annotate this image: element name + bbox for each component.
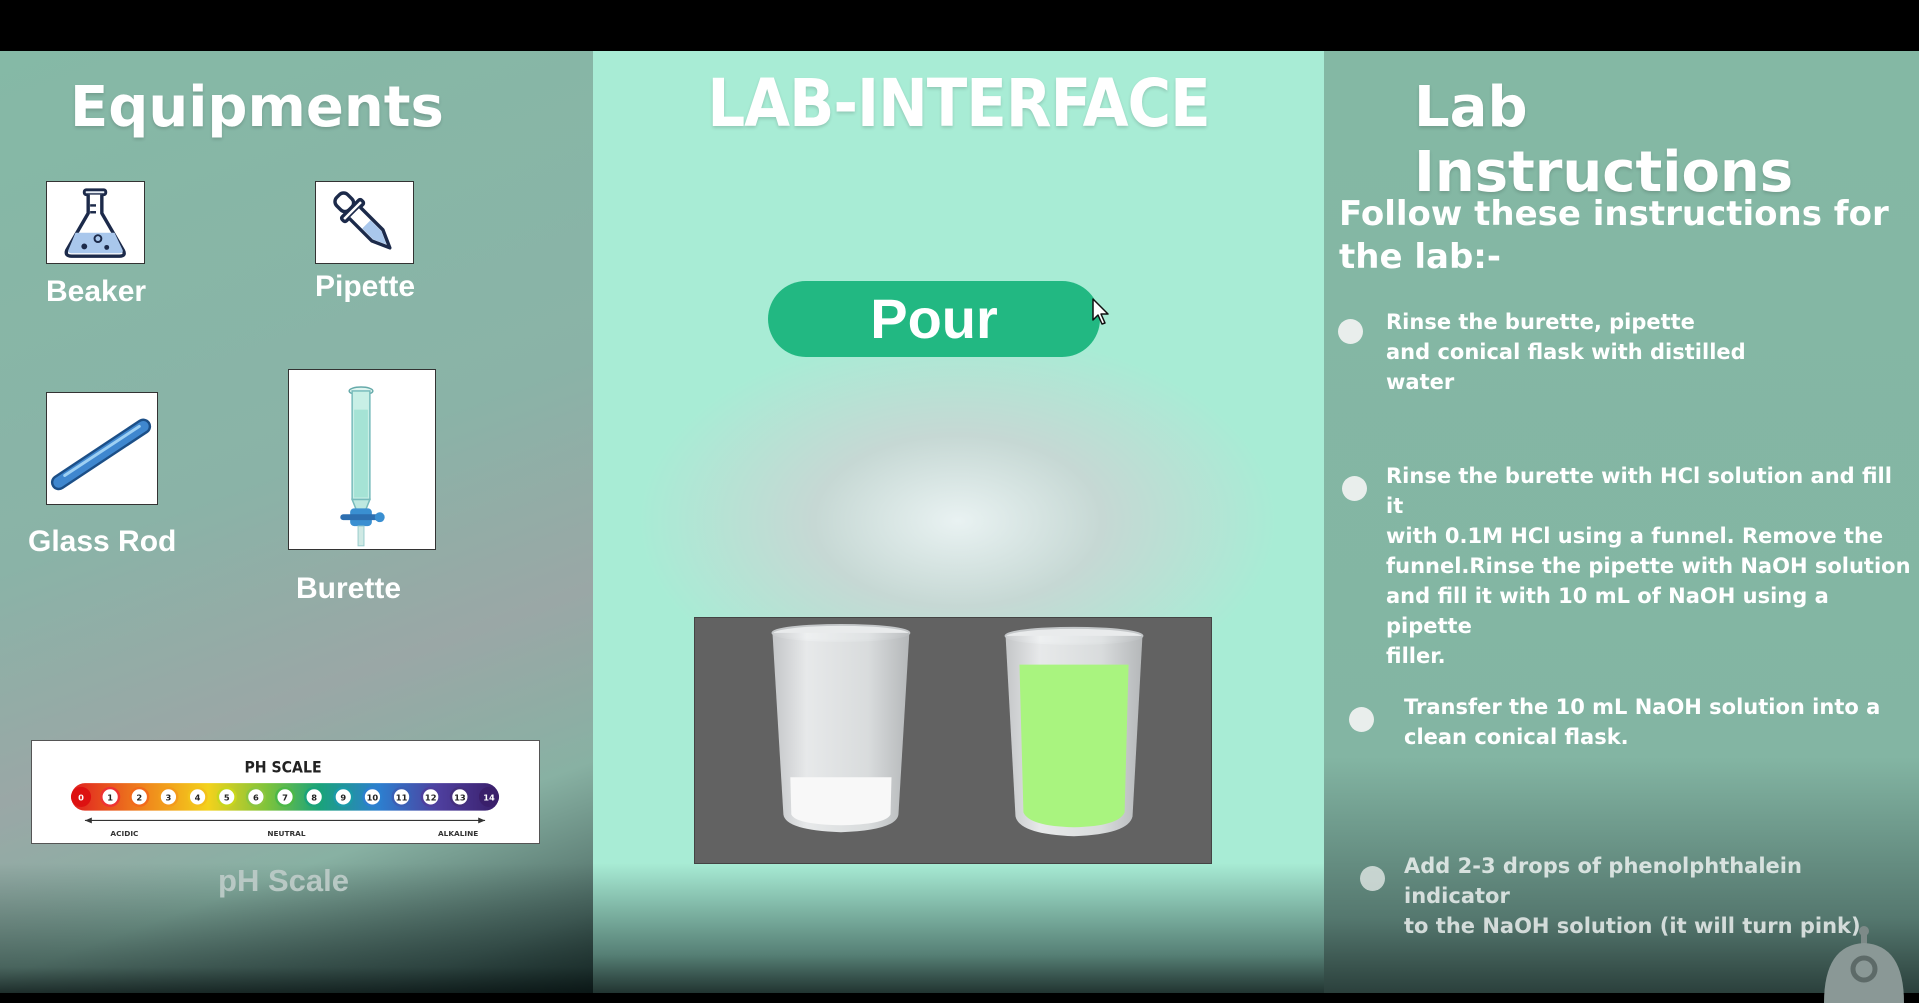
- step-2-radio[interactable]: [1342, 476, 1367, 501]
- beaker-label: Beaker: [46, 275, 147, 308]
- step-3-radio[interactable]: [1349, 707, 1374, 732]
- ph-acidic-label: ACIDIC: [110, 829, 138, 838]
- assistant-bot-icon[interactable]: [1818, 923, 1910, 1003]
- glass-rod-label: Glass Rod: [28, 525, 177, 558]
- glass-rod-tile[interactable]: [46, 392, 158, 505]
- pipette-tile[interactable]: [315, 181, 414, 264]
- pipette-label: Pipette: [315, 270, 416, 303]
- ph-number-14: 14: [483, 792, 495, 802]
- burette-label: Burette: [296, 572, 402, 605]
- ph-number-2: 2: [136, 792, 142, 802]
- ph-number-10: 10: [367, 792, 379, 802]
- ph-number-7: 7: [282, 792, 288, 802]
- glass-rod-icon: [50, 418, 152, 491]
- beaker-tile[interactable]: [46, 181, 145, 264]
- right-beaker-liquid: [1019, 664, 1129, 828]
- ph-number-8: 8: [311, 792, 317, 802]
- right-beaker[interactable]: [1004, 626, 1144, 837]
- instructions-panel: Lab Instructions Follow these instructio…: [1324, 51, 1919, 993]
- ph-alkaline-label: ALKALINE: [438, 829, 478, 838]
- instructions-subtitle: Follow these instructions for the lab:-: [1339, 194, 1889, 277]
- ph-scale-chart: PH SCALE 0 1 2 3 4 5 6 7 8 9 10 11 12 13 14 ACIDIC NEU…: [70, 757, 500, 838]
- ph-scale-image[interactable]: PH SCALE 0 1 2 3 4 5 6 7 8 9 10 11 12 13 14 ACIDIC NEU…: [31, 740, 540, 844]
- equipments-title: Equipments: [70, 75, 444, 140]
- equipments-panel: Equipments Beaker Pipette Glass Rod Bure…: [0, 51, 593, 993]
- step-1-text: Rinse the burette, pipette and conical f…: [1386, 310, 1746, 394]
- ph-number-11: 11: [396, 792, 408, 802]
- step-2-text: Rinse the burette with HCl solution and …: [1386, 464, 1911, 668]
- burette-tile[interactable]: [288, 369, 436, 550]
- step-4-radio[interactable]: [1360, 866, 1385, 891]
- lab-panel: LAB-INTERFACE Pour: [593, 51, 1324, 993]
- ph-number-3: 3: [166, 792, 172, 802]
- lab-title: LAB-INTERFACE: [707, 65, 1210, 142]
- instructions-title: Lab Instructions: [1414, 75, 1794, 205]
- ph-neutral-label: NEUTRAL: [267, 829, 305, 838]
- ph-number-4: 4: [195, 792, 201, 802]
- mouse-cursor-icon: [1092, 298, 1109, 325]
- left-beaker[interactable]: [771, 623, 911, 833]
- ph-number-9: 9: [340, 792, 346, 802]
- ph-number-6: 6: [253, 792, 259, 802]
- ph-scale-image-title: PH SCALE: [244, 757, 321, 776]
- burette-icon: [340, 386, 385, 547]
- beakers-scene: [771, 623, 1144, 837]
- ph-number-12: 12: [425, 792, 437, 802]
- ph-number-5: 5: [224, 792, 230, 802]
- ph-number-0: 0: [78, 792, 84, 802]
- beaker-stage: [694, 617, 1212, 864]
- pour-button[interactable]: Pour: [768, 281, 1100, 357]
- step-3-text: Transfer the 10 mL NaOH solution into a …: [1404, 695, 1881, 749]
- beaker-icon: [64, 188, 126, 258]
- ph-number-13: 13: [454, 792, 466, 802]
- pipette-icon: [333, 191, 392, 250]
- ph-number-1: 1: [107, 792, 113, 802]
- left-beaker-liquid: [790, 777, 892, 826]
- top-bar: [0, 0, 1919, 51]
- step-1-radio[interactable]: [1338, 319, 1363, 344]
- ph-scale-label: pH Scale: [218, 863, 349, 898]
